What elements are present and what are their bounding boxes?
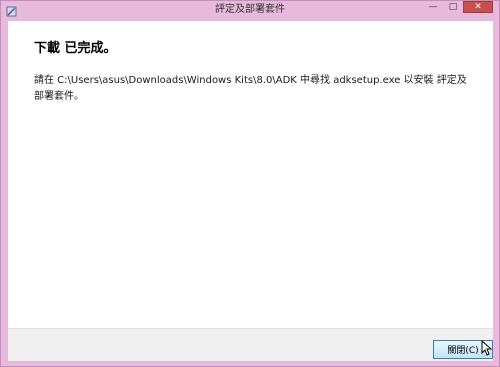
status-message: 請在 C:\Users\asus\Downloads\Windows Kits\… bbox=[34, 75, 467, 102]
title-bar[interactable]: 評定及部署套件 — □ ✕ bbox=[1, 1, 499, 20]
maximize-button[interactable]: □ bbox=[443, 1, 463, 13]
mouse-cursor-icon bbox=[481, 339, 493, 356]
window-controls: — □ ✕ bbox=[423, 1, 493, 13]
close-window-button[interactable]: ✕ bbox=[463, 1, 493, 13]
installer-window: 評定及部署套件 — □ ✕ 下載 已完成。 請在 C:\Users\asus\D… bbox=[0, 0, 500, 367]
minimize-button[interactable]: — bbox=[423, 1, 443, 13]
footer-bar: 關閉(C) bbox=[8, 328, 493, 361]
content-panel: 下載 已完成。 請在 C:\Users\asus\Downloads\Windo… bbox=[8, 21, 493, 328]
status-heading: 下載 已完成。 bbox=[34, 41, 117, 56]
